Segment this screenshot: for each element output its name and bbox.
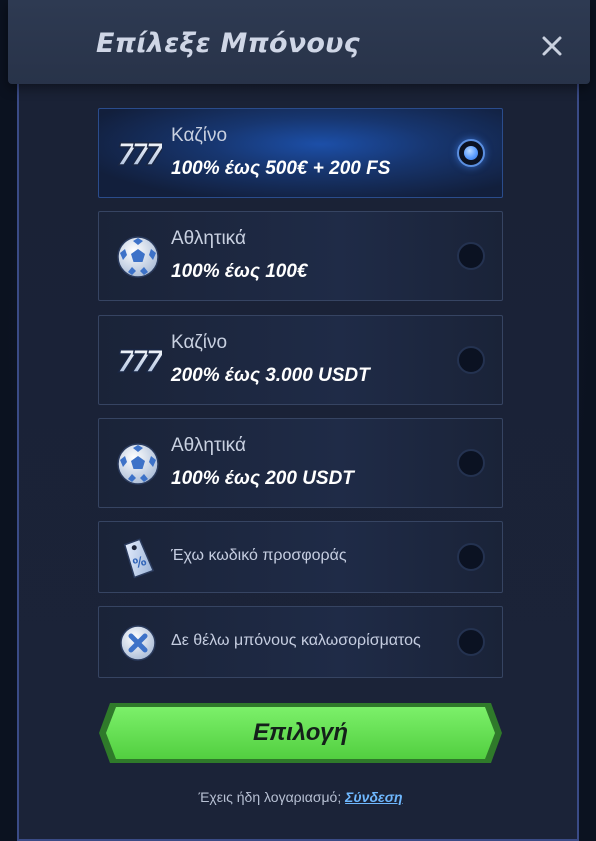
login-prompt: Έχεις ήδη λογαριασμό; Σύνδεση <box>98 789 503 805</box>
bonus-option-no-bonus[interactable]: Δε θέλω μπόνους καλωσορίσματος <box>98 606 503 678</box>
radio-button[interactable] <box>457 543 485 571</box>
radio-button[interactable] <box>457 242 485 270</box>
radio-button[interactable] <box>457 628 485 656</box>
bonus-option-casino-eur[interactable]: 7 7 7 Καζίνο 100% έως 500€ + 200 FS <box>98 108 503 198</box>
soccer-ball-icon <box>114 233 162 281</box>
radio-button[interactable] <box>457 449 485 477</box>
radio-button[interactable] <box>457 346 485 374</box>
bonus-option-sports-eur[interactable]: Αθλητικά 100% έως 100€ <box>98 211 503 301</box>
select-button-wrap[interactable]: Επιλογή <box>98 700 503 766</box>
bonus-option-subtitle: 100% έως 100€ <box>171 261 308 282</box>
slot-777-icon: 7 7 7 <box>114 129 162 177</box>
bonus-option-title: Καζίνο <box>171 332 228 353</box>
close-button[interactable] <box>536 30 568 62</box>
soccer-ball-icon <box>114 440 162 488</box>
close-icon <box>542 36 562 56</box>
bonus-option-subtitle: 100% έως 500€ + 200 FS <box>171 158 391 179</box>
bonus-option-promo-code[interactable]: % Έχω κωδικό προσφοράς <box>98 521 503 593</box>
bonus-option-casino-usdt[interactable]: 7 7 7 Καζίνο 200% έως 3.000 USDT <box>98 315 503 405</box>
radio-button-selected[interactable] <box>457 139 485 167</box>
bonus-option-subtitle: 100% έως 200 USDT <box>171 468 354 489</box>
login-prompt-text: Έχεις ήδη λογαριασμό; <box>198 789 342 805</box>
svg-text:7: 7 <box>144 345 162 378</box>
promo-tag-icon: % <box>114 534 162 582</box>
bonus-option-subtitle: 200% έως 3.000 USDT <box>171 365 370 386</box>
svg-text:7: 7 <box>144 138 162 171</box>
login-link[interactable]: Σύνδεση <box>345 789 402 805</box>
bonus-option-title: Αθλητικά <box>171 435 246 456</box>
bonus-option-label: Έχω κωδικό προσφοράς <box>171 547 347 564</box>
modal-header: Επίλεξε Μπόνους <box>8 0 590 84</box>
slot-777-icon: 7 7 7 <box>114 336 162 384</box>
bonus-modal: 7 7 7 Καζίνο 100% έως 500€ + 200 FS <box>17 0 579 841</box>
bonus-option-sports-usdt[interactable]: Αθλητικά 100% έως 200 USDT <box>98 418 503 508</box>
bonus-option-title: Αθλητικά <box>171 228 246 249</box>
modal-title: Επίλεξε Μπόνους <box>96 28 360 59</box>
no-bonus-icon <box>114 619 162 667</box>
bonus-option-label: Δε θέλω μπόνους καλωσορίσματος <box>171 632 421 649</box>
bonus-option-title: Καζίνο <box>171 125 228 146</box>
select-button[interactable]: Επιλογή <box>98 700 503 766</box>
